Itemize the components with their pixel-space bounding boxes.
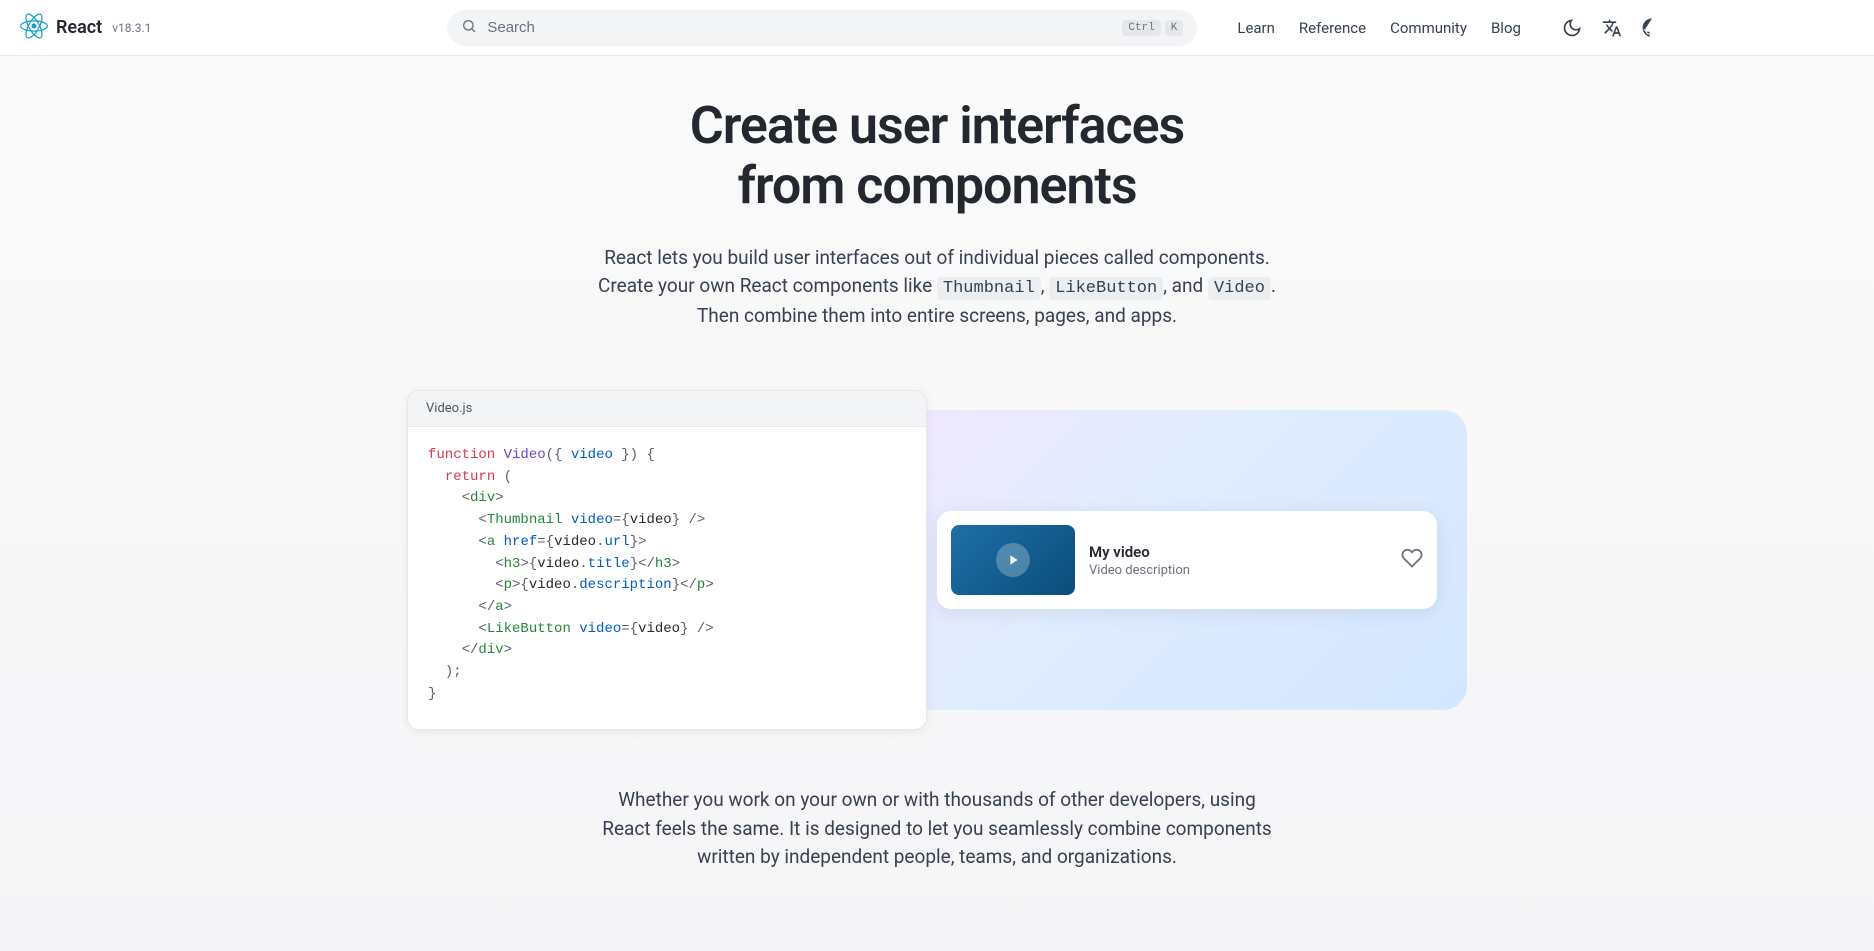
title-line-2: from components xyxy=(737,155,1136,216)
tok-div-close: div xyxy=(478,642,503,658)
tok-h3-open: h3 xyxy=(504,556,521,572)
react-logo-icon xyxy=(20,12,48,44)
tok-div-open: div xyxy=(470,490,495,506)
search-shortcut: Ctrl K xyxy=(1122,20,1183,36)
search-bar[interactable]: Ctrl K xyxy=(447,10,1197,46)
nav-reference[interactable]: Reference xyxy=(1299,19,1366,37)
tok-a-open: a xyxy=(487,534,495,550)
tok-video-fn: Video xyxy=(504,447,546,463)
brand-name: React xyxy=(56,17,102,38)
video-card[interactable]: My video Video description xyxy=(937,511,1437,609)
tok-video-ref4: video xyxy=(529,577,571,593)
title-line-1: Create user interfaces xyxy=(690,95,1184,156)
lead-sep2: , and xyxy=(1163,274,1208,297)
brand-logo[interactable]: React v18.3.1 xyxy=(20,12,151,44)
code-card: Video.js function Video({ video }) { ret… xyxy=(407,390,927,730)
code-likebutton: LikeButton xyxy=(1049,277,1163,300)
tok-function: function xyxy=(428,447,495,463)
search-icon xyxy=(461,18,477,38)
main-content: Create user interfaces from components R… xyxy=(0,56,1874,951)
kbd-k: K xyxy=(1165,20,1184,36)
search-input[interactable] xyxy=(487,19,1112,36)
tok-a-close: a xyxy=(495,599,503,615)
code-block: function Video({ video }) { return ( <di… xyxy=(408,427,926,729)
tok-description: description xyxy=(579,577,671,593)
video-title: My video xyxy=(1089,543,1387,561)
tok-video-param: video xyxy=(571,447,613,463)
tok-return: return xyxy=(445,469,495,485)
tok-thumbnail: Thumbnail xyxy=(487,512,563,528)
tok-url: url xyxy=(604,534,629,550)
brand-version: v18.3.1 xyxy=(112,21,151,35)
header-icon-group xyxy=(1561,17,1663,39)
section-closing: Whether you work on your own or with tho… xyxy=(597,786,1277,872)
kbd-ctrl: Ctrl xyxy=(1122,20,1160,36)
preview-canvas: My video Video description xyxy=(907,410,1467,710)
tok-h3-close: h3 xyxy=(655,556,672,572)
video-thumbnail[interactable] xyxy=(951,525,1075,595)
tok-video-ref1: video xyxy=(630,512,672,528)
primary-nav: Learn Reference Community Blog xyxy=(1237,19,1521,37)
translate-icon[interactable] xyxy=(1601,17,1623,39)
tok-video-ref3: video xyxy=(537,556,579,572)
nav-community[interactable]: Community xyxy=(1390,19,1467,37)
tok-likebutton: LikeButton xyxy=(487,621,571,637)
section-lead: React lets you build user interfaces out… xyxy=(587,244,1287,331)
app-header: React v18.3.1 Ctrl K Learn Reference Com… xyxy=(0,0,1874,56)
code-video: Video xyxy=(1208,277,1271,300)
github-icon[interactable] xyxy=(1641,17,1663,39)
tok-video-attr2: video xyxy=(579,621,621,637)
tok-href: href xyxy=(504,534,538,550)
tok-title: title xyxy=(588,556,630,572)
dark-mode-icon[interactable] xyxy=(1561,17,1583,39)
code-filename: Video.js xyxy=(408,391,926,427)
nav-learn[interactable]: Learn xyxy=(1237,19,1275,37)
tok-video-attr1: video xyxy=(571,512,613,528)
section-title: Create user interfaces from components xyxy=(387,96,1487,216)
code-thumbnail: Thumbnail xyxy=(937,277,1041,300)
play-icon xyxy=(996,543,1030,577)
nav-blog[interactable]: Blog xyxy=(1491,19,1521,37)
search-container: Ctrl K xyxy=(447,10,1197,46)
video-description: Video description xyxy=(1089,563,1387,578)
heart-icon[interactable] xyxy=(1401,547,1423,573)
tok-video-ref5: video xyxy=(638,621,680,637)
tok-p-open: p xyxy=(504,577,512,593)
lead-sep1: , xyxy=(1041,274,1049,297)
video-info: My video Video description xyxy=(1089,543,1387,578)
example-panel: My video Video description Video.js func… xyxy=(407,390,1467,730)
tok-video-ref2: video xyxy=(554,534,596,550)
